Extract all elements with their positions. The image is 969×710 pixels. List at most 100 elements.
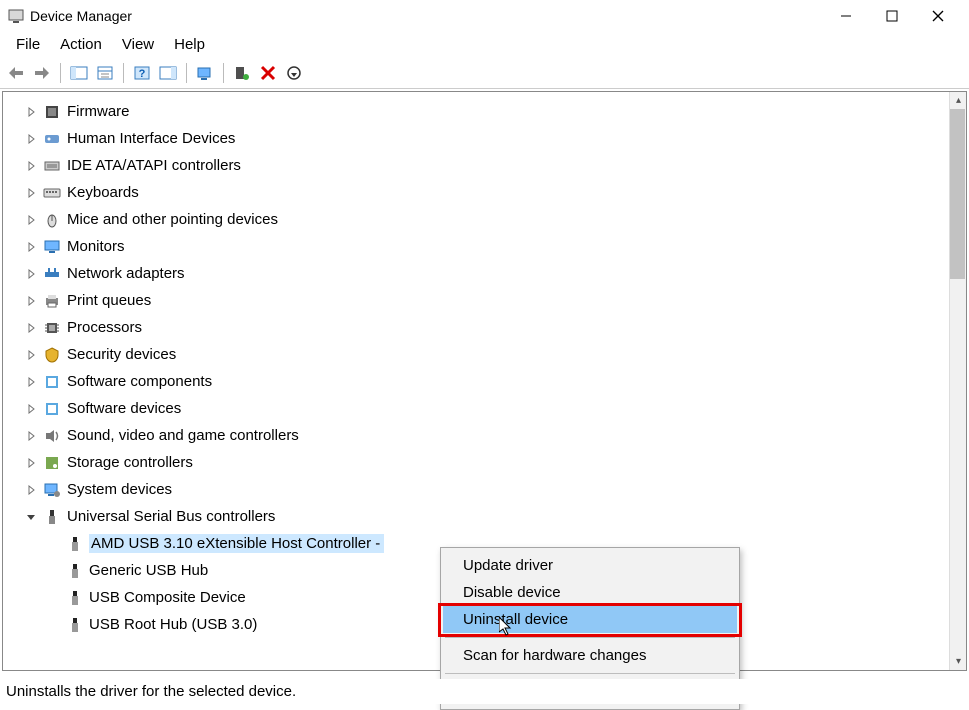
chevron-right-icon[interactable] xyxy=(25,458,37,468)
software-icon xyxy=(43,400,61,418)
menubar: File Action View Help xyxy=(0,32,969,59)
tree-category[interactable]: System devices xyxy=(3,476,966,503)
tree-category[interactable]: Network adapters xyxy=(3,260,966,287)
tree-category-label: Universal Serial Bus controllers xyxy=(67,508,275,525)
tree-category-label: System devices xyxy=(67,481,172,498)
usb-device-icon xyxy=(67,536,83,552)
software-icon xyxy=(43,373,61,391)
tree-category[interactable]: Software components xyxy=(3,368,966,395)
chevron-right-icon[interactable] xyxy=(25,188,37,198)
tree-category-label: Software devices xyxy=(67,400,181,417)
chevron-right-icon[interactable] xyxy=(25,404,37,414)
minimize-button[interactable] xyxy=(823,2,869,30)
uninstall-device-button[interactable] xyxy=(256,62,280,84)
scroll-down-button[interactable]: ▾ xyxy=(950,653,967,670)
firmware-icon xyxy=(43,103,61,121)
tree-device-label: Generic USB Hub xyxy=(89,562,208,579)
app-icon xyxy=(8,8,24,24)
network-icon xyxy=(43,265,61,283)
tree-category-label: Mice and other pointing devices xyxy=(67,211,278,228)
storage-icon xyxy=(43,454,61,472)
tree-category-label: Network adapters xyxy=(67,265,185,282)
titlebar: Device Manager xyxy=(0,0,969,32)
tree-category-label: Software components xyxy=(67,373,212,390)
toolbar: ? xyxy=(0,59,969,89)
action-pane-button[interactable] xyxy=(156,62,180,84)
close-button[interactable] xyxy=(915,2,961,30)
chevron-right-icon[interactable] xyxy=(25,107,37,117)
menu-file[interactable]: File xyxy=(6,34,50,55)
tree-category-label: Keyboards xyxy=(67,184,139,201)
chevron-right-icon[interactable] xyxy=(25,242,37,252)
context-menu-item[interactable]: Uninstall device xyxy=(443,606,737,633)
chevron-right-icon[interactable] xyxy=(25,431,37,441)
usb-device-icon xyxy=(67,617,83,633)
tree-category-label: Print queues xyxy=(67,292,151,309)
scan-hardware-button[interactable] xyxy=(193,62,217,84)
mouse-icon xyxy=(43,211,61,229)
menu-view[interactable]: View xyxy=(112,34,164,55)
tree-category[interactable]: Human Interface Devices xyxy=(3,125,966,152)
vertical-scrollbar[interactable]: ▴ ▾ xyxy=(949,92,966,670)
chevron-right-icon[interactable] xyxy=(25,485,37,495)
chevron-right-icon[interactable] xyxy=(25,134,37,144)
usb-icon xyxy=(43,508,61,526)
context-menu-item[interactable]: Update driver xyxy=(443,552,737,579)
chevron-right-icon[interactable] xyxy=(25,323,37,333)
help-button[interactable]: ? xyxy=(130,62,154,84)
back-button[interactable] xyxy=(4,62,28,84)
tree-category[interactable]: Mice and other pointing devices xyxy=(3,206,966,233)
context-menu-separator xyxy=(445,637,735,638)
tree-category[interactable]: Firmware xyxy=(3,98,966,125)
chevron-down-icon[interactable] xyxy=(25,512,37,522)
svg-text:?: ? xyxy=(139,68,146,80)
properties-button[interactable] xyxy=(93,62,117,84)
tree-category-label: Human Interface Devices xyxy=(67,130,235,147)
show-hide-console-tree-button[interactable] xyxy=(67,62,91,84)
chevron-right-icon[interactable] xyxy=(25,269,37,279)
context-menu-item[interactable]: Scan for hardware changes xyxy=(443,642,737,669)
context-menu-item[interactable]: Disable device xyxy=(443,579,737,606)
tree-category-label: Security devices xyxy=(67,346,176,363)
chevron-right-icon[interactable] xyxy=(25,161,37,171)
usb-device-icon xyxy=(67,563,83,579)
tree-category-label: Storage controllers xyxy=(67,454,193,471)
status-text: Uninstalls the driver for the selected d… xyxy=(6,683,296,700)
tree-category[interactable]: Sound, video and game controllers xyxy=(3,422,966,449)
toolbar-separator xyxy=(60,63,61,83)
status-bar: Uninstalls the driver for the selected d… xyxy=(2,679,967,704)
hid-icon xyxy=(43,130,61,148)
chevron-right-icon[interactable] xyxy=(25,377,37,387)
tree-category[interactable]: Software devices xyxy=(3,395,966,422)
tree-category[interactable]: Storage controllers xyxy=(3,449,966,476)
context-menu-separator xyxy=(445,673,735,674)
tree-category[interactable]: Processors xyxy=(3,314,966,341)
tree-category[interactable]: Security devices xyxy=(3,341,966,368)
chevron-right-icon[interactable] xyxy=(25,296,37,306)
tree-category[interactable]: Monitors xyxy=(3,233,966,260)
tree-device-label: USB Root Hub (USB 3.0) xyxy=(89,616,257,633)
scroll-thumb[interactable] xyxy=(950,109,965,279)
tree-category-label: Processors xyxy=(67,319,142,336)
scroll-up-button[interactable]: ▴ xyxy=(950,92,967,109)
window-title: Device Manager xyxy=(30,8,132,24)
usb-device-icon xyxy=(67,590,83,606)
maximize-button[interactable] xyxy=(869,2,915,30)
printer-icon xyxy=(43,292,61,310)
tree-category[interactable]: IDE ATA/ATAPI controllers xyxy=(3,152,966,179)
keyboard-icon xyxy=(43,184,61,202)
cpu-icon xyxy=(43,319,61,337)
toolbar-separator xyxy=(123,63,124,83)
menu-action[interactable]: Action xyxy=(50,34,112,55)
tree-category[interactable]: Print queues xyxy=(3,287,966,314)
chevron-right-icon[interactable] xyxy=(25,215,37,225)
chevron-right-icon[interactable] xyxy=(25,350,37,360)
system-icon xyxy=(43,481,61,499)
tree-category[interactable]: Universal Serial Bus controllers xyxy=(3,503,966,530)
menu-help[interactable]: Help xyxy=(164,34,215,55)
tree-category-label: Sound, video and game controllers xyxy=(67,427,299,444)
update-driver-button[interactable] xyxy=(230,62,254,84)
forward-button[interactable] xyxy=(30,62,54,84)
tree-category[interactable]: Keyboards xyxy=(3,179,966,206)
disable-device-button[interactable] xyxy=(282,62,306,84)
